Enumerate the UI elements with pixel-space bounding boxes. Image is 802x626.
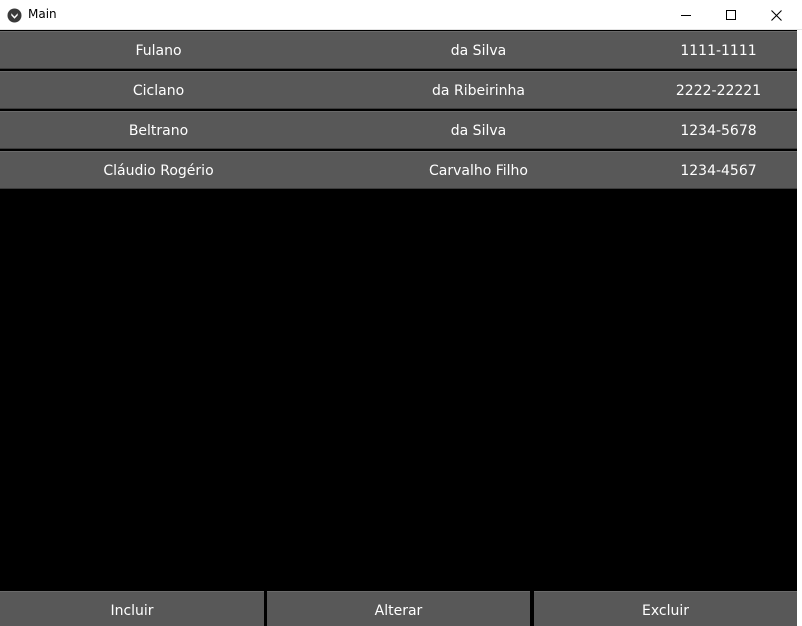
table-row[interactable]: Ciclano da Ribeirinha 2222-22221 [0,71,797,109]
phone-cell: 2222-22221 [675,83,762,99]
table-row[interactable]: Fulano da Silva 1111-1111 [0,31,797,69]
window-border [797,30,802,626]
delete-button[interactable]: Excluir [534,591,797,626]
minimize-icon [681,10,691,20]
close-button[interactable] [753,0,799,30]
phone-cell: 1111-1111 [680,43,757,59]
first-name-cell: Cláudio Rogério [103,163,214,179]
title-bar[interactable]: Main [0,0,802,30]
minimize-button[interactable] [663,0,709,30]
client-area: Fulano da Silva 1111-1111 Ciclano da Rib… [0,30,797,626]
table-row[interactable]: Beltrano da Silva 1234-5678 [0,111,797,149]
last-name-cell: da Silva [450,123,507,139]
close-icon [770,9,782,21]
kivy-logo-icon [7,8,22,23]
first-name-cell: Beltrano [128,123,189,139]
app-window: Main Fulano da Silva 1111-1111 Ciclano d… [0,0,802,626]
table-row[interactable]: Cláudio Rogério Carvalho Filho 1234-4567 [0,151,797,189]
window-title: Main [28,7,57,21]
phone-cell: 1234-4567 [680,163,757,179]
phone-cell: 1234-5678 [680,123,757,139]
last-name-cell: Carvalho Filho [428,163,528,179]
edit-button[interactable]: Alterar [267,591,530,626]
first-name-cell: Fulano [135,43,182,59]
maximize-button[interactable] [708,0,754,30]
first-name-cell: Ciclano [132,83,185,99]
last-name-cell: da Ribeirinha [432,83,525,99]
maximize-icon [726,10,736,20]
last-name-cell: da Silva [450,43,507,59]
include-button[interactable]: Incluir [0,591,264,626]
